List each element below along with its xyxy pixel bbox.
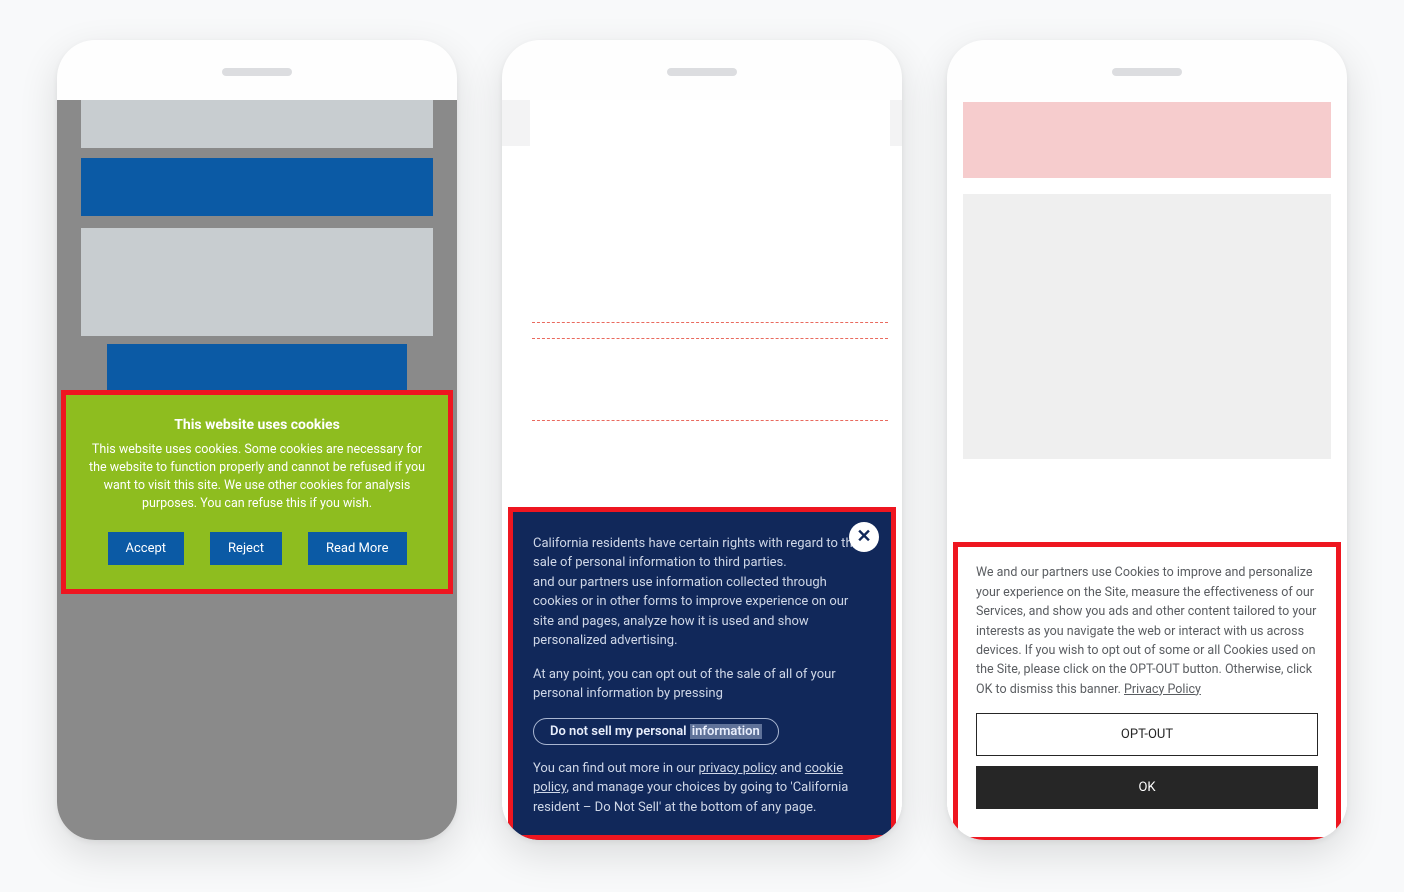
cookie-banner-title: This website uses cookies xyxy=(84,417,430,433)
placeholder-block xyxy=(81,100,433,148)
privacy-text: You can find out more in our xyxy=(533,761,698,776)
cookie-banner-body: We and our partners use Cookies to impro… xyxy=(976,563,1318,699)
do-not-sell-button[interactable]: Do not sell my personal information xyxy=(533,718,779,745)
ok-button[interactable]: OK xyxy=(976,766,1318,809)
privacy-text: and our partners use information collect… xyxy=(533,575,848,649)
phone-speaker xyxy=(222,68,292,76)
placeholder-block xyxy=(81,158,433,216)
opt-out-button[interactable]: OPT-OUT xyxy=(976,713,1318,756)
phone-speaker xyxy=(667,68,737,76)
page-background: We and our partners use Cookies to impro… xyxy=(947,102,1347,840)
privacy-banner: ✕ California residents have certain righ… xyxy=(508,507,896,841)
page-background: ✕ California residents have certain righ… xyxy=(502,100,902,840)
placeholder-block xyxy=(963,194,1331,459)
phone-screen: We and our partners use Cookies to impro… xyxy=(947,100,1347,840)
cookie-banner: This website uses cookies This website u… xyxy=(61,390,453,594)
reject-button[interactable]: Reject xyxy=(210,532,282,565)
accept-button[interactable]: Accept xyxy=(108,532,185,565)
privacy-banner-para: California residents have certain rights… xyxy=(533,534,871,651)
phone-mockup-2: ✕ California residents have certain righ… xyxy=(502,40,902,840)
privacy-policy-link[interactable]: Privacy Policy xyxy=(1124,682,1201,697)
privacy-policy-link[interactable]: privacy policy xyxy=(698,761,776,776)
phone-mockup-3: We and our partners use Cookies to impro… xyxy=(947,40,1347,840)
close-icon: ✕ xyxy=(856,526,871,547)
placeholder-block xyxy=(81,228,433,336)
page-background: This website uses cookies This website u… xyxy=(57,100,457,840)
separator-line xyxy=(532,338,888,339)
read-more-button[interactable]: Read More xyxy=(308,532,406,565)
cookie-banner: We and our partners use Cookies to impro… xyxy=(953,542,1341,840)
cookie-banner-text: We and our partners use Cookies to impro… xyxy=(976,565,1316,696)
close-button[interactable]: ✕ xyxy=(849,522,879,552)
phone-speaker xyxy=(1112,68,1182,76)
do-not-sell-label: Do not sell my personal xyxy=(550,724,690,739)
privacy-banner-para: You can find out more in our privacy pol… xyxy=(533,759,871,818)
placeholder-block xyxy=(963,102,1331,178)
privacy-text: and xyxy=(777,761,805,776)
separator-line xyxy=(532,322,888,323)
do-not-sell-label-highlight: information xyxy=(690,724,762,739)
separator-line xyxy=(532,420,888,421)
cookie-banner-body: This website uses cookies. Some cookies … xyxy=(84,441,430,514)
phone-screen: This website uses cookies This website u… xyxy=(57,100,457,840)
privacy-banner-para: At any point, you can opt out of the sal… xyxy=(533,665,871,704)
privacy-text: , and manage your choices by going to 'C… xyxy=(533,780,848,815)
cookie-banner-buttons: Accept Reject Read More xyxy=(84,532,430,565)
phone-screen: ✕ California residents have certain righ… xyxy=(502,100,902,840)
phone-mockup-1: This website uses cookies This website u… xyxy=(57,40,457,840)
